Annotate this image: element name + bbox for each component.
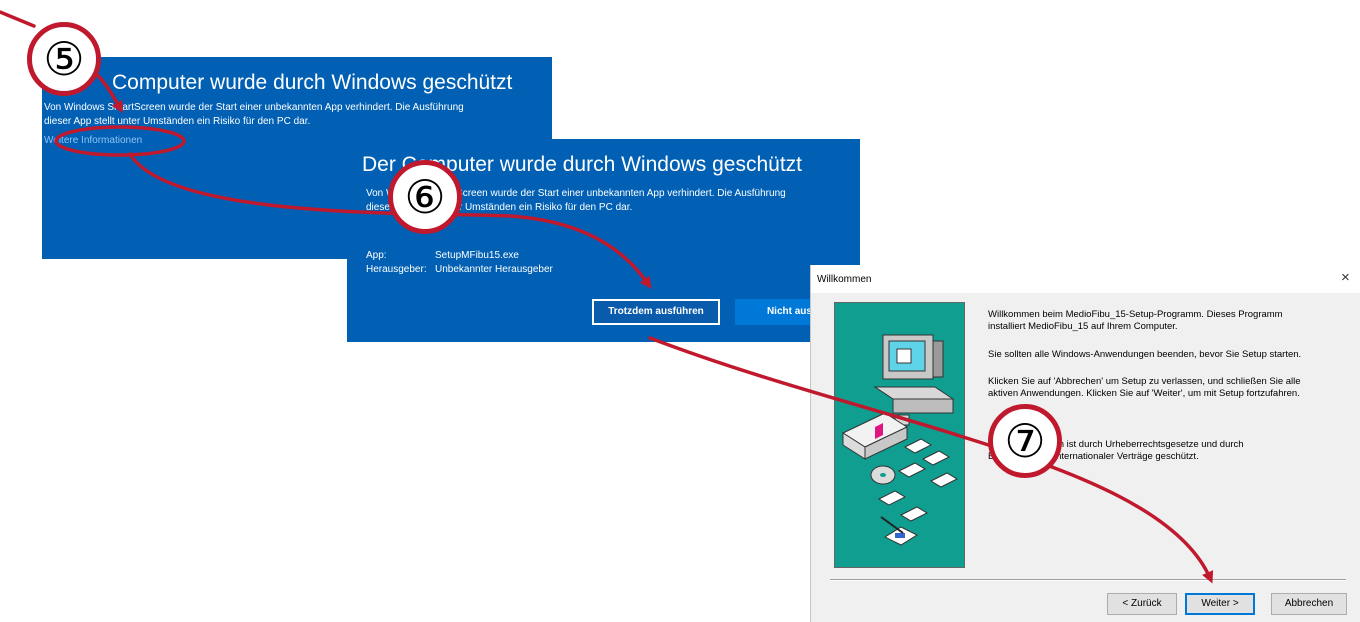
step-marker-7: ⑦ bbox=[988, 404, 1062, 478]
app-value: SetupMFibu15.exe bbox=[435, 250, 519, 261]
publisher-value: Unbekannter Herausgeber bbox=[435, 264, 553, 275]
step-number-6: ⑥ bbox=[404, 170, 446, 224]
step-marker-6: ⑥ bbox=[388, 160, 462, 234]
smartscreen-title: Computer wurde durch Windows geschützt bbox=[112, 71, 513, 94]
step-number-5: ⑤ bbox=[43, 32, 85, 86]
run-anyway-button[interactable]: Trotzdem ausführen bbox=[592, 299, 720, 325]
welcome-text-line1: Willkommen beim MedioFibu_15-Setup-Progr… bbox=[988, 309, 1283, 320]
next-button[interactable]: Weiter > bbox=[1185, 593, 1255, 615]
step-number-7: ⑦ bbox=[1004, 414, 1046, 468]
smartscreen-text-line2: dieser App stellt unter Umständen ein Ri… bbox=[44, 116, 311, 127]
app-label: App: bbox=[366, 250, 387, 261]
welcome-text-line2: installiert MedioFibu_15 auf Ihrem Compu… bbox=[988, 321, 1178, 332]
smartscreen-text-line1: Von Windows SmartScreen wurde der Start … bbox=[44, 102, 464, 113]
publisher-label: Herausgeber: bbox=[366, 264, 427, 275]
close-icon[interactable]: × bbox=[1341, 269, 1350, 286]
computer-disks-illustration bbox=[841, 334, 959, 546]
step-marker-5: ⑤ bbox=[27, 22, 101, 96]
back-button[interactable]: < Zurück bbox=[1107, 593, 1177, 615]
dialog-titlebar: Willkommen × bbox=[811, 265, 1360, 293]
dialog-separator bbox=[830, 579, 1346, 581]
instructions-text-line1: Klicken Sie auf 'Abbrechen' um Setup zu … bbox=[988, 376, 1301, 387]
dialog-title: Willkommen bbox=[817, 274, 872, 285]
instructions-text-line2: aktiven Anwendungen. Klicken Sie auf 'We… bbox=[988, 388, 1300, 399]
more-info-link[interactable]: Weitere Informationen bbox=[44, 135, 142, 146]
setup-welcome-dialog: Willkommen × Willkommen beim MedioFibu_1… bbox=[810, 265, 1360, 622]
cancel-button[interactable]: Abbrechen bbox=[1271, 593, 1347, 615]
close-apps-text: Sie sollten alle Windows-Anwendungen bee… bbox=[988, 349, 1302, 360]
setup-illustration bbox=[834, 302, 965, 568]
lead-in-line bbox=[0, 10, 36, 28]
